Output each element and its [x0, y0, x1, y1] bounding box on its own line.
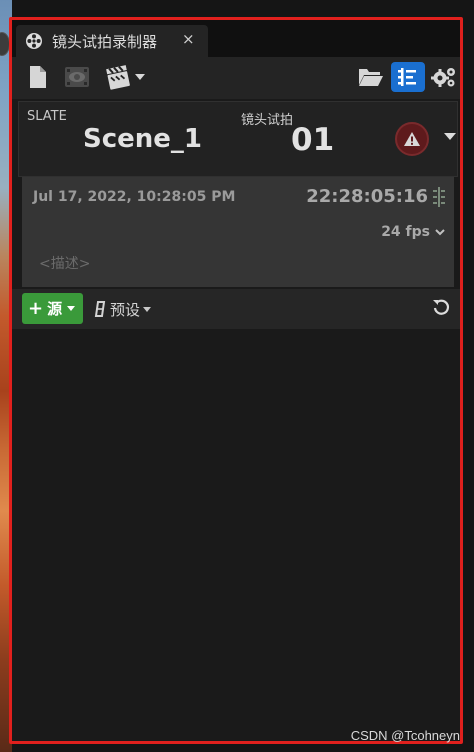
- new-page-icon: [30, 66, 46, 88]
- take-number-field[interactable]: 01: [291, 122, 334, 158]
- presets-label: 预设: [110, 300, 141, 319]
- desktop-background-strip: [0, 0, 12, 752]
- tab-title: 镜头试拍录制器: [52, 33, 158, 51]
- clapperboard-dropdown-button[interactable]: [103, 62, 147, 92]
- description-field[interactable]: <描述>: [39, 253, 90, 273]
- record-warning-button[interactable]: [395, 122, 429, 156]
- take-label: 镜头试拍: [241, 113, 294, 128]
- close-icon[interactable]: ×: [182, 30, 195, 48]
- film-reel-icon: [26, 33, 42, 49]
- chevron-down-icon: [67, 306, 76, 311]
- window-edge-knob: [0, 32, 10, 56]
- review-button[interactable]: [62, 62, 92, 92]
- review-eye-icon: [65, 67, 89, 87]
- takes-list-button[interactable]: [391, 62, 425, 92]
- clapperboard-icon: [106, 65, 130, 90]
- add-source-label: 源: [47, 300, 63, 318]
- chevron-down-icon[interactable]: [434, 226, 446, 238]
- chevron-down-icon: [143, 306, 152, 312]
- takes-list-icon: [398, 68, 416, 86]
- take-recorder-panel: 镜头试拍录制器 × SLATE Scene_1 镜头试拍 01 Jul 17, …: [12, 20, 460, 742]
- plus-icon: +: [28, 297, 44, 319]
- sources-toolbar: + 源 预设: [12, 289, 460, 329]
- toolbar: [12, 57, 460, 99]
- chevron-down-icon: [135, 74, 145, 80]
- take-info-panel: Jul 17, 2022, 10:28:05 PM 22:28:05:16 24…: [22, 177, 454, 287]
- tab-take-recorder[interactable]: 镜头试拍录制器 ×: [16, 25, 208, 57]
- screen: 镜头试拍录制器 × SLATE Scene_1 镜头试拍 01 Jul 17, …: [0, 0, 474, 752]
- tab-bar: 镜头试拍录制器 ×: [12, 20, 460, 57]
- new-page-button[interactable]: [26, 62, 50, 92]
- open-folder-button[interactable]: [356, 62, 386, 92]
- add-source-button[interactable]: + 源: [22, 293, 83, 324]
- reset-icon[interactable]: [432, 298, 450, 316]
- preset-icon: [94, 301, 106, 317]
- take-date: Jul 17, 2022, 10:28:05 PM: [33, 189, 236, 205]
- settings-gears-icon: [431, 68, 455, 87]
- slate-name-field[interactable]: Scene_1: [83, 124, 202, 154]
- settings-button[interactable]: [430, 62, 458, 92]
- timecode-sync-icon[interactable]: [432, 186, 446, 208]
- chevron-down-icon[interactable]: [444, 133, 456, 140]
- folder-open-icon: [359, 69, 383, 86]
- frame-rate-dropdown[interactable]: 24 fps: [381, 224, 430, 240]
- timecode-display: 22:28:05:16: [306, 186, 428, 207]
- warning-icon: [404, 132, 420, 146]
- presets-button[interactable]: 预设: [94, 297, 152, 321]
- sources-list: [12, 329, 460, 742]
- watermark-text: CSDN @Tcohneyn: [350, 728, 460, 743]
- slate-header: SLATE Scene_1 镜头试拍 01: [18, 101, 458, 177]
- slate-label: SLATE: [27, 109, 67, 124]
